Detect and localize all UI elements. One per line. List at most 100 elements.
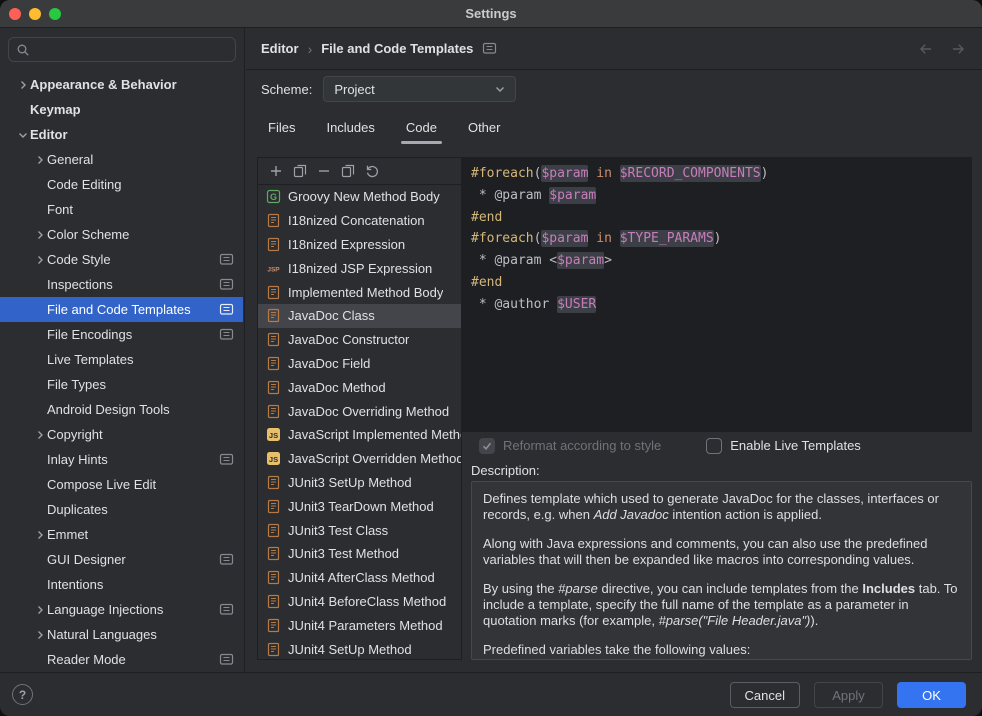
sidebar-item-color-scheme[interactable]: Color Scheme [0, 222, 243, 247]
template-item-javascript-implemented-method-body[interactable]: JSJavaScript Implemented Method Body [258, 423, 461, 447]
settings-search-input[interactable] [35, 42, 228, 57]
sidebar-item-intentions[interactable]: Intentions [0, 572, 243, 597]
chevron-right-icon[interactable] [33, 428, 47, 442]
chevron-down-icon[interactable] [16, 128, 30, 142]
tab-includes[interactable]: Includes [324, 114, 376, 145]
chevron-spacer [33, 653, 47, 667]
scheme-select[interactable]: Project [323, 76, 516, 102]
sidebar-item-code-style[interactable]: Code Style [0, 247, 243, 272]
sidebar-item-label: Inlay Hints [47, 452, 213, 467]
help-button[interactable]: ? [12, 684, 33, 705]
template-item-implemented-method-body[interactable]: Implemented Method Body [258, 280, 461, 304]
sidebar-item-duplicates[interactable]: Duplicates [0, 497, 243, 522]
sidebar-item-gui-designer[interactable]: GUI Designer [0, 547, 243, 572]
dialog-footer: ? Cancel Apply OK [0, 672, 982, 716]
reformat-label: Reformat according to style [503, 438, 661, 453]
svg-text:G: G [270, 192, 277, 202]
sidebar-item-reader-mode[interactable]: Reader Mode [0, 647, 243, 672]
sidebar-item-copyright[interactable]: Copyright [0, 422, 243, 447]
template-item-javadoc-overriding-method[interactable]: JavaDoc Overriding Method [258, 399, 461, 423]
chevron-right-icon[interactable] [33, 528, 47, 542]
chevron-right-icon[interactable] [33, 153, 47, 167]
reformat-checkbox[interactable] [479, 438, 495, 454]
monitor-icon [219, 302, 234, 317]
template-item-i18nized-concatenation[interactable]: I18nized Concatenation [258, 209, 461, 233]
template-item-groovy-new-method-body[interactable]: GGroovy New Method Body [258, 185, 461, 209]
template-item-junit3-setup-method[interactable]: JUnit3 SetUp Method [258, 471, 461, 495]
sidebar-item-compose-live-edit[interactable]: Compose Live Edit [0, 472, 243, 497]
sidebar-item-file-encodings[interactable]: File Encodings [0, 322, 243, 347]
sidebar-item-font[interactable]: Font [0, 197, 243, 222]
sidebar-item-keymap[interactable]: Keymap [0, 97, 243, 122]
sidebar-item-language-injections[interactable]: Language Injections [0, 597, 243, 622]
template-category-tabs: Files Includes Code Other [246, 108, 982, 145]
chevron-right-icon[interactable] [33, 228, 47, 242]
sidebar-item-appearance-behavior[interactable]: Appearance & Behavior [0, 72, 243, 97]
tab-other[interactable]: Other [466, 114, 503, 145]
sidebar-item-file-types[interactable]: File Types [0, 372, 243, 397]
chevron-right-icon[interactable] [33, 253, 47, 267]
add-icon[interactable] [265, 161, 286, 182]
breadcrumb-item-file-and-code-templates: File and Code Templates [321, 41, 473, 56]
apply-button[interactable]: Apply [814, 682, 883, 708]
template-code-editor[interactable]: #foreach($param in $RECORD_COMPONENTS) *… [462, 157, 972, 432]
remove-icon[interactable] [313, 161, 334, 182]
forward-icon[interactable] [950, 41, 966, 57]
ok-button[interactable]: OK [897, 682, 966, 708]
minimize-window-button[interactable] [29, 8, 41, 20]
template-item-junit4-beforeclass-method[interactable]: JUnit4 BeforeClass Method [258, 590, 461, 614]
tab-files[interactable]: Files [266, 114, 297, 145]
chevron-right-icon[interactable] [16, 78, 30, 92]
template-item-javadoc-constructor[interactable]: JavaDoc Constructor [258, 328, 461, 352]
code-line: #end [471, 207, 971, 229]
live-templates-checkbox[interactable] [706, 438, 722, 454]
sidebar-item-label: GUI Designer [47, 552, 213, 567]
sidebar-item-emmet[interactable]: Emmet [0, 522, 243, 547]
sidebar-item-android-design-tools[interactable]: Android Design Tools [0, 397, 243, 422]
zoom-window-button[interactable] [49, 8, 61, 20]
sidebar-item-general[interactable]: General [0, 147, 243, 172]
sidebar-item-file-and-code-templates[interactable]: File and Code Templates [0, 297, 243, 322]
template-item-javadoc-class[interactable]: JavaDoc Class [258, 304, 461, 328]
template-item-javadoc-method[interactable]: JavaDoc Method [258, 375, 461, 399]
svg-text:JSP: JSP [267, 266, 280, 273]
js-file-icon: JS [265, 427, 282, 442]
chevron-spacer [33, 553, 47, 567]
template-item-junit4-setup-method[interactable]: JUnit4 SetUp Method [258, 637, 461, 659]
cancel-button[interactable]: Cancel [730, 682, 800, 708]
breadcrumb-item-editor[interactable]: Editor [261, 41, 299, 56]
back-icon[interactable] [918, 41, 934, 57]
chevron-right-icon[interactable] [33, 603, 47, 617]
sidebar-item-editor[interactable]: Editor [0, 122, 243, 147]
sidebar-item-inlay-hints[interactable]: Inlay Hints [0, 447, 243, 472]
close-window-button[interactable] [9, 8, 21, 20]
chevron-right-icon[interactable] [33, 628, 47, 642]
description-box[interactable]: Defines template which used to generate … [471, 481, 972, 660]
reset-icon[interactable] [361, 161, 382, 182]
tab-code[interactable]: Code [404, 114, 439, 145]
template-item-junit3-test-method[interactable]: JUnit3 Test Method [258, 542, 461, 566]
template-item-junit4-parameters-method[interactable]: JUnit4 Parameters Method [258, 613, 461, 637]
chevron-spacer [33, 303, 47, 317]
duplicate-icon[interactable] [337, 161, 358, 182]
settings-search-field[interactable] [8, 37, 236, 62]
template-item-javadoc-field[interactable]: JavaDoc Field [258, 352, 461, 376]
template-item-i18nized-expression[interactable]: I18nized Expression [258, 233, 461, 257]
template-item-i18nized-jsp-expression[interactable]: JSPI18nized JSP Expression [258, 256, 461, 280]
template-item-label: JUnit3 SetUp Method [288, 475, 412, 490]
sidebar-item-label: Color Scheme [47, 227, 234, 242]
template-item-label: JUnit3 TearDown Method [288, 499, 434, 514]
template-item-junit4-afterclass-method[interactable]: JUnit4 AfterClass Method [258, 566, 461, 590]
sidebar-item-live-templates[interactable]: Live Templates [0, 347, 243, 372]
sidebar-item-inspections[interactable]: Inspections [0, 272, 243, 297]
template-item-junit3-teardown-method[interactable]: JUnit3 TearDown Method [258, 494, 461, 518]
template-item-javascript-overridden-method-body[interactable]: JSJavaScript Overridden Method Body [258, 447, 461, 471]
copy-icon[interactable] [289, 161, 310, 182]
template-item-junit3-test-class[interactable]: JUnit3 Test Class [258, 518, 461, 542]
settings-sidebar: Appearance & BehaviorKeymapEditorGeneral… [0, 28, 245, 672]
sidebar-item-code-editing[interactable]: Code Editing [0, 172, 243, 197]
monitor-icon [219, 652, 234, 667]
template-item-label: JUnit4 BeforeClass Method [288, 594, 446, 609]
sidebar-item-natural-languages[interactable]: Natural Languages [0, 622, 243, 647]
template-file-icon [265, 570, 282, 585]
